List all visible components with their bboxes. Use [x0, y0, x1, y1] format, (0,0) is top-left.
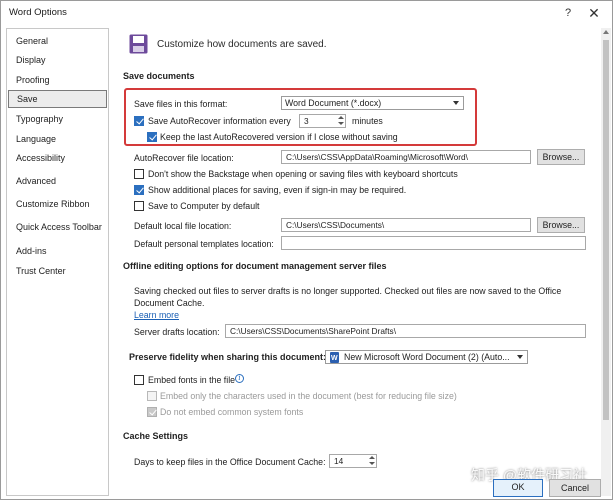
embed-fonts-label: Embed fonts in the file — [148, 375, 236, 385]
vertical-scrollbar[interactable] — [601, 28, 611, 496]
offline-description-line1: Saving checked out files to server draft… — [134, 286, 562, 296]
cancel-button[interactable]: Cancel — [549, 479, 601, 497]
spin-down-icon[interactable] — [338, 122, 344, 125]
embed-fonts-checkbox[interactable] — [134, 375, 144, 385]
preserve-fidelity-label: Preserve fidelity when sharing this docu… — [129, 352, 327, 362]
show-additional-places-label: Show additional places for saving, even … — [148, 185, 407, 195]
default-local-field[interactable]: C:\Users\CSS\Documents\ — [281, 218, 531, 232]
chevron-down-icon — [453, 101, 459, 105]
scroll-up-icon[interactable] — [603, 30, 609, 34]
title-bar: Word Options ? ✕ — [1, 1, 612, 25]
dont-show-backstage-checkbox[interactable] — [134, 169, 144, 179]
sidebar-item-proofing[interactable]: Proofing — [7, 71, 108, 89]
learn-more-link[interactable]: Learn more — [134, 310, 179, 320]
show-additional-places-checkbox[interactable] — [134, 185, 144, 195]
sidebar-item-accessibility[interactable]: Accessibility — [7, 149, 108, 167]
chevron-down-icon — [517, 355, 523, 359]
sidebar-item-display[interactable]: Display — [7, 51, 108, 69]
spin-down-icon[interactable] — [369, 462, 375, 465]
sidebar-item-quick-access-toolbar[interactable]: Quick Access Toolbar — [7, 218, 108, 236]
autorecover-browse-button[interactable]: Browse... — [537, 149, 585, 165]
cache-days-value: 14 — [334, 456, 344, 466]
sidebar-item-save[interactable]: Save — [8, 90, 107, 108]
default-local-label: Default local file location: — [134, 221, 232, 231]
no-common-fonts-label: Do not embed common system fonts — [160, 407, 304, 417]
autorecover-location-field[interactable]: C:\Users\CSS\AppData\Roaming\Microsoft\W… — [281, 150, 531, 164]
fidelity-document-value: New Microsoft Word Document (2) (Auto... — [344, 352, 510, 362]
sidebar-item-trust-center[interactable]: Trust Center — [7, 262, 108, 280]
ok-button[interactable]: OK — [493, 479, 543, 497]
sidebar-item-language[interactable]: Language — [7, 130, 108, 148]
cache-days-label: Days to keep files in the Office Documen… — [134, 457, 326, 467]
scroll-thumb[interactable] — [603, 40, 609, 420]
server-drafts-field[interactable]: C:\Users\CSS\Documents\SharePoint Drafts… — [225, 324, 586, 338]
format-label: Save files in this format: — [134, 99, 228, 109]
default-templates-field[interactable] — [281, 236, 586, 250]
autorecover-checkbox[interactable] — [134, 116, 144, 126]
format-dropdown-value: Word Document (*.docx) — [285, 98, 382, 108]
server-drafts-label: Server drafts location: — [134, 327, 220, 337]
embed-only-used-checkbox[interactable] — [147, 391, 157, 401]
floppy-disk-icon — [129, 34, 148, 54]
autorecover-label: Save AutoRecover information every — [148, 116, 291, 126]
sidebar: General Display Proofing Save Typography… — [6, 28, 109, 496]
sidebar-item-advanced[interactable]: Advanced — [7, 172, 108, 190]
fidelity-document-dropdown[interactable]: New Microsoft Word Document (2) (Auto... — [325, 350, 528, 364]
spin-up-icon[interactable] — [338, 116, 344, 119]
section-offline-editing: Offline editing options for document man… — [123, 261, 387, 271]
autorecover-location-label: AutoRecover file location: — [134, 153, 234, 163]
section-cache-settings: Cache Settings — [123, 431, 189, 441]
keep-last-version-checkbox[interactable] — [147, 132, 157, 142]
embed-only-used-label: Embed only the characters used in the do… — [160, 391, 457, 401]
sidebar-item-typography[interactable]: Typography — [7, 110, 108, 128]
help-button[interactable]: ? — [557, 3, 579, 23]
no-common-fonts-checkbox[interactable] — [147, 407, 157, 417]
save-to-computer-checkbox[interactable] — [134, 201, 144, 211]
minutes-label: minutes — [352, 116, 383, 126]
save-to-computer-label: Save to Computer by default — [148, 201, 260, 211]
sidebar-item-add-ins[interactable]: Add-ins — [7, 242, 108, 260]
close-button[interactable]: ✕ — [583, 3, 605, 23]
spin-up-icon[interactable] — [369, 456, 375, 459]
save-options-panel: Customize how documents are saved. Save … — [113, 28, 601, 496]
dont-show-backstage-label: Don't show the Backstage when opening or… — [148, 169, 458, 179]
default-templates-label: Default personal templates location: — [134, 239, 274, 249]
panel-description: Customize how documents are saved. — [157, 39, 327, 50]
window-title: Word Options — [9, 7, 67, 18]
cache-days-spinner[interactable]: 14 — [329, 454, 377, 468]
section-save-documents: Save documents — [123, 71, 195, 81]
default-local-browse-button[interactable]: Browse... — [537, 217, 585, 233]
autorecover-minutes-spinner[interactable]: 3 — [299, 114, 346, 128]
offline-description-line2: Document Cache. — [134, 298, 205, 308]
sidebar-item-general[interactable]: General — [7, 32, 108, 50]
autorecover-minutes-value: 3 — [304, 116, 309, 126]
word-document-icon — [330, 352, 339, 363]
keep-last-version-label: Keep the last AutoRecovered version if I… — [160, 132, 398, 142]
info-icon[interactable]: i — [235, 374, 244, 383]
sidebar-item-customize-ribbon[interactable]: Customize Ribbon — [7, 195, 108, 213]
format-dropdown[interactable]: Word Document (*.docx) — [281, 96, 464, 110]
word-options-dialog: Word Options ? ✕ General Display Proofin… — [0, 0, 613, 500]
